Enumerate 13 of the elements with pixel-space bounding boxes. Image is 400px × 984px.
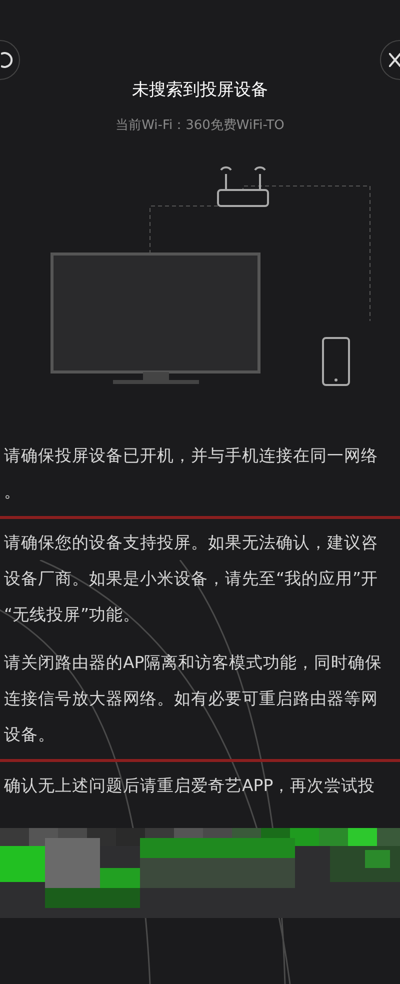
tip-text: “无线投屏”功能。 — [3, 604, 142, 626]
refresh-icon — [1, 52, 15, 68]
wifi-name: 当前Wi-Fi：360免费WiFi-TO — [116, 117, 284, 135]
dialog-title: 未搜索到投屏设备 — [132, 79, 268, 102]
tip-text: 请确保投屏设备已开机，并与手机连接在同一网络 — [3, 444, 379, 466]
close-icon — [389, 53, 400, 67]
tip-text: 请确保您的设备支持投屏。如果无法确认，建议咨 — [3, 532, 379, 554]
tip-text: 确认无上述问题后请重启爱奇艺APP，再次尝试投 — [3, 774, 376, 796]
tip-text: 设备。 — [3, 724, 56, 746]
tip-text: 设备厂商。如果是小米设备，请先至“我的应用”开 — [3, 568, 380, 590]
tip-text: 连接信号放大器网络。如有必要可重启路由器等网 — [3, 688, 379, 710]
tip-text: 请关闭路由器的AP隔离和访客模式功能，同时确保 — [3, 652, 384, 674]
tip-text: 。 — [3, 480, 22, 502]
